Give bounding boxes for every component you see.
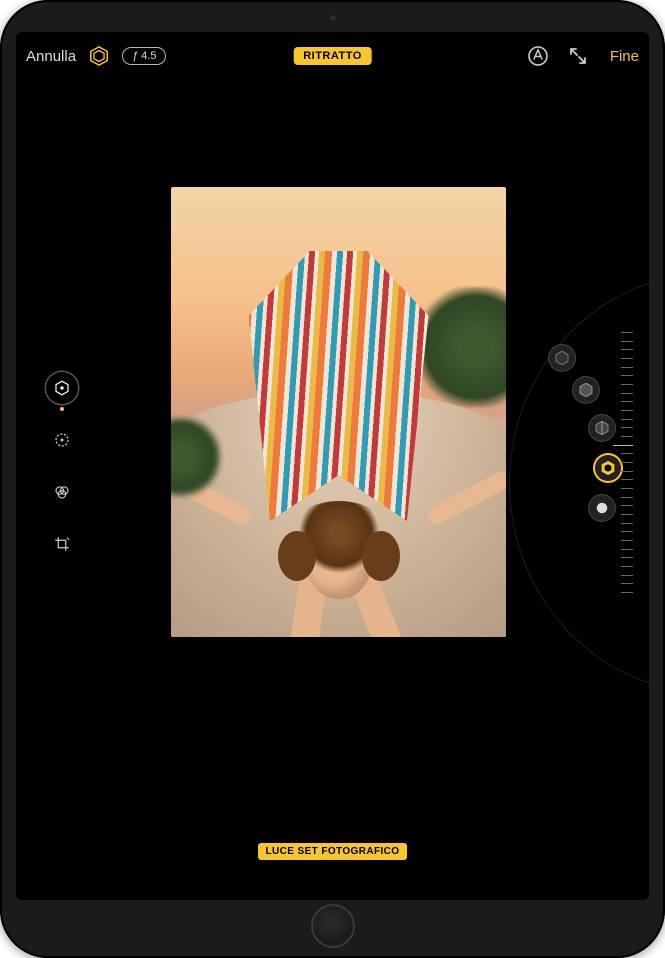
slider-tick (621, 523, 633, 524)
slider-tick (621, 592, 633, 593)
slider-tick (621, 349, 633, 350)
tool-filters[interactable] (46, 476, 78, 508)
slider-tick (621, 410, 633, 411)
tool-portrait-lighting[interactable] (46, 372, 78, 404)
edit-category-tools (46, 372, 78, 560)
ipad-device-frame: Annulla ƒ 4.5 RITRATTO (0, 0, 665, 958)
cancel-button[interactable]: Annulla (26, 48, 76, 65)
front-camera-dot (329, 14, 337, 22)
lighting-label: LUCE SET FOTOGRAFICO (258, 843, 408, 860)
markup-button[interactable] (526, 44, 550, 68)
slider-tick (621, 497, 633, 498)
slider-tick (621, 471, 633, 472)
markup-icon (526, 44, 550, 68)
slider-tick (621, 384, 633, 385)
hexagon-icon (88, 45, 110, 67)
lighting-option-natural[interactable] (549, 345, 575, 371)
slider-tick (613, 445, 633, 446)
f-stop-prefix: ƒ (132, 50, 138, 62)
slider-tick (621, 557, 633, 558)
slider-tick (621, 575, 633, 576)
slider-tick (621, 549, 633, 550)
slider-tick (621, 531, 633, 532)
portrait-hex-button[interactable] (86, 43, 112, 69)
slider-tick (621, 514, 633, 515)
slider-tick (621, 540, 633, 541)
slider-tick (621, 583, 633, 584)
filters-icon (53, 483, 71, 501)
slider-tick (621, 341, 633, 342)
slider-tick (621, 375, 633, 376)
slider-tick (621, 401, 633, 402)
tool-adjust[interactable] (46, 424, 78, 456)
slider-tick (621, 393, 633, 394)
hexagon-icon (53, 379, 71, 397)
crop-icon (53, 535, 71, 553)
slider-tick (621, 566, 633, 567)
f-stop-value: 4.5 (141, 50, 156, 62)
slider-tick (621, 453, 633, 454)
done-button[interactable]: Fine (610, 48, 639, 65)
natural-light-icon (553, 349, 571, 367)
slider-tick (621, 419, 633, 420)
slider-tick (621, 367, 633, 368)
top-toolbar: Annulla ƒ 4.5 RITRATTO (16, 32, 649, 80)
photo-subject (234, 247, 444, 607)
mode-pill: RITRATTO (293, 47, 372, 65)
screen: Annulla ƒ 4.5 RITRATTO (16, 32, 649, 900)
lighting-intensity-slider[interactable] (593, 332, 639, 592)
slider-tick (621, 332, 633, 333)
slider-tick (621, 505, 633, 506)
fullscreen-button[interactable] (566, 44, 590, 68)
slider-tick (621, 488, 633, 489)
slider-tick (621, 358, 633, 359)
slider-tick (621, 436, 633, 437)
tool-crop[interactable] (46, 528, 78, 560)
home-button[interactable] (311, 904, 355, 948)
adjust-icon (53, 431, 71, 449)
slider-tick (621, 427, 633, 428)
f-stop-button[interactable]: ƒ 4.5 (122, 47, 166, 65)
slider-tick (621, 462, 633, 463)
slider-tick (621, 479, 633, 480)
expand-icon (566, 44, 590, 68)
